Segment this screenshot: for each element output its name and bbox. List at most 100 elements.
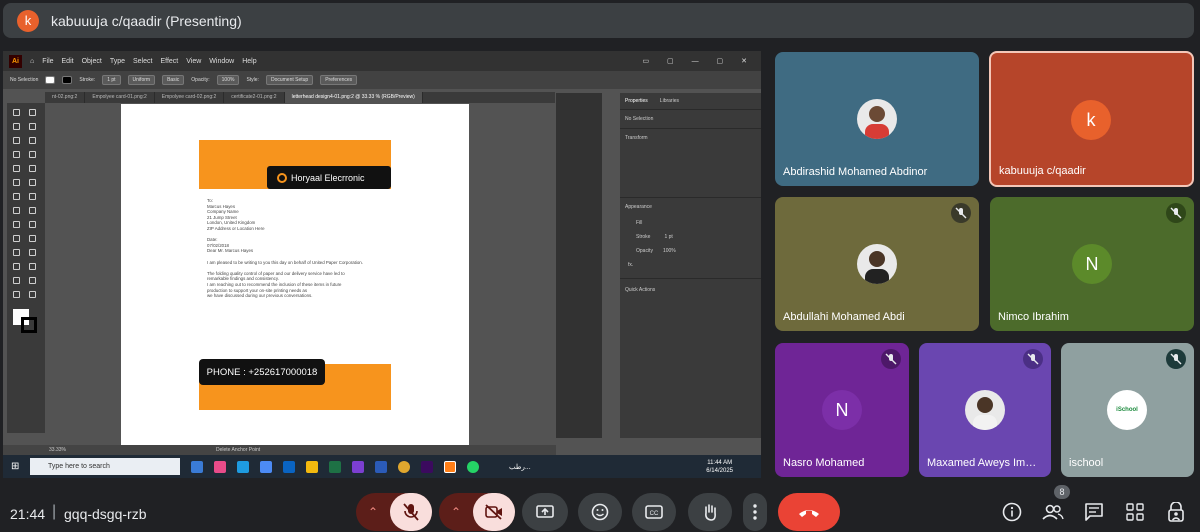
outlook-icon bbox=[283, 460, 295, 473]
brush-tool-icon bbox=[13, 179, 20, 186]
participant-name: Abdullahi Mohamed Abdi bbox=[783, 311, 905, 323]
letter-body: To: Marcus Hayes Company Name 21 Jump St… bbox=[207, 198, 363, 299]
participant-name: Maxamed Aweys Im… bbox=[927, 457, 1037, 469]
lock-person-icon bbox=[1168, 502, 1184, 522]
zoom-level: 33.33% bbox=[49, 447, 66, 453]
whatsapp-icon bbox=[467, 460, 479, 473]
doc-tab: Empolyee card-01.png:2 bbox=[85, 92, 155, 103]
opacity-value: 100% bbox=[216, 75, 240, 85]
menu-file: File bbox=[42, 57, 54, 65]
menu-object: Object bbox=[81, 57, 102, 65]
chat-button[interactable] bbox=[1074, 493, 1114, 531]
host-controls-button[interactable] bbox=[1156, 493, 1196, 531]
stroke-label: Stroke: bbox=[79, 77, 96, 83]
company-logo-icon bbox=[277, 172, 287, 183]
scale-tool-icon bbox=[29, 193, 36, 200]
leave-call-button[interactable] bbox=[778, 493, 840, 531]
camera-toggle-button[interactable] bbox=[473, 493, 515, 531]
present-button[interactable] bbox=[522, 493, 568, 531]
participant-tile[interactable]: Abdirashid Mohamed Abdinor bbox=[775, 52, 979, 186]
more-vert-icon bbox=[753, 504, 757, 520]
phone-box: PHONE : +252617000018 bbox=[199, 359, 325, 385]
mic-off-icon bbox=[1023, 349, 1043, 369]
shape-builder-icon bbox=[13, 221, 20, 228]
mic-off-icon bbox=[1166, 203, 1186, 223]
camera-options-chevron-icon[interactable]: ⌃ bbox=[451, 505, 461, 519]
raise-hand-icon bbox=[705, 504, 716, 521]
fill-label: Fill bbox=[636, 220, 643, 226]
people-button[interactable] bbox=[1033, 493, 1073, 531]
perspective-icon bbox=[29, 221, 36, 228]
chrome-icon bbox=[398, 460, 410, 473]
warp-tool-icon bbox=[29, 207, 36, 214]
mic-toggle-button[interactable] bbox=[390, 493, 432, 531]
selection-status: No Selection bbox=[10, 77, 39, 83]
mic-off-icon bbox=[881, 349, 901, 369]
edge-icon bbox=[237, 460, 249, 473]
camera-off-icon bbox=[485, 504, 502, 520]
artboard-tool-icon bbox=[13, 277, 20, 284]
eyedropper-icon bbox=[13, 249, 20, 256]
stroke-swatch bbox=[62, 76, 73, 84]
rectangle-tool-icon bbox=[13, 165, 20, 172]
pen-tool-icon bbox=[13, 137, 20, 144]
participant-avatar: N bbox=[1072, 244, 1112, 284]
uniform-dropdown: Uniform bbox=[127, 75, 156, 85]
excel-icon bbox=[329, 460, 341, 473]
company-name: Horyaal Elecrronic bbox=[291, 172, 365, 183]
selection-tool-icon bbox=[13, 109, 20, 116]
illustrator-logo: Ai bbox=[9, 54, 22, 68]
participant-tile[interactable]: Abdullahi Mohamed Abdi bbox=[775, 197, 979, 331]
brush-dropdown: Basic bbox=[162, 75, 185, 85]
menu-view: View bbox=[186, 57, 202, 65]
participant-tile-active-speaker[interactable]: k kabuuuja c/qaadir bbox=[989, 51, 1194, 187]
appearance-heading: Appearance bbox=[620, 197, 761, 216]
width-tool-icon bbox=[13, 207, 20, 214]
participant-name: kabuuuja c/qaadir bbox=[999, 165, 1086, 177]
participant-tile[interactable]: N Nasro Mohamed bbox=[775, 343, 909, 477]
participant-tile[interactable]: N Nimco Ibrahim bbox=[990, 197, 1194, 331]
store-icon bbox=[260, 460, 272, 473]
more-options-button[interactable] bbox=[743, 493, 767, 531]
graph-tool-icon bbox=[29, 263, 36, 270]
eraser-tool-icon bbox=[29, 179, 36, 186]
document-tabs: nt-02.png:2 Empolyee card-01.png:2 Empol… bbox=[45, 92, 555, 103]
apps-grid-icon bbox=[1126, 503, 1144, 521]
blend-tool-icon bbox=[29, 249, 36, 256]
mic-options-chevron-icon[interactable]: ⌃ bbox=[368, 505, 378, 519]
lasso-icon bbox=[29, 123, 36, 130]
window-controls-icon: ▭ ▢ — ▢ ✕ bbox=[642, 58, 755, 65]
mic-control-group: ⌃ bbox=[356, 493, 432, 531]
participant-name: ischool bbox=[1069, 457, 1104, 469]
taskbar-time: 11:44 AM bbox=[707, 459, 733, 466]
meeting-details-button[interactable] bbox=[992, 493, 1032, 531]
word-icon bbox=[375, 460, 387, 473]
fx-icon: fx. bbox=[628, 262, 634, 268]
emoji-button[interactable] bbox=[578, 493, 622, 531]
doc-tab: certificate2-01.png:2 bbox=[224, 92, 285, 103]
presenting-title: kabuuuja c/qaadir (Presenting) bbox=[51, 12, 242, 29]
participant-avatar: k bbox=[1071, 100, 1111, 140]
transform-heading: Transform bbox=[620, 128, 761, 147]
presenter-avatar: k bbox=[17, 9, 39, 32]
raise-hand-button[interactable] bbox=[688, 493, 732, 531]
style-label: Style: bbox=[246, 77, 259, 83]
participant-tile[interactable]: Maxamed Aweys Im… bbox=[919, 343, 1051, 477]
participant-tile[interactable]: iSchool ischool bbox=[1061, 343, 1194, 477]
menu-edit: Edit bbox=[61, 57, 74, 65]
participant-name: Abdirashid Mohamed Abdinor bbox=[783, 166, 928, 178]
pencil-tool-icon bbox=[29, 165, 36, 172]
people-icon bbox=[1042, 504, 1064, 520]
home-icon: ⌂ bbox=[30, 57, 35, 65]
captions-button[interactable]: CC bbox=[632, 493, 676, 531]
fill-swatch bbox=[45, 76, 56, 84]
doc-tab-active: letterhead design4-01.png:2 @ 33.33 % (R… bbox=[284, 92, 423, 103]
activities-button[interactable] bbox=[1115, 493, 1155, 531]
menu-select: Select bbox=[133, 57, 153, 65]
company-logo-box: Horyaal Elecrronic bbox=[267, 166, 391, 189]
properties-panel: Properties Libraries No Selection Transf… bbox=[620, 93, 761, 438]
svg-text:CC: CC bbox=[650, 511, 659, 517]
taskbar-search: Type here to search bbox=[30, 458, 180, 475]
taskbar-date: 6/14/2025 bbox=[706, 467, 733, 474]
participant-photo bbox=[857, 244, 897, 284]
